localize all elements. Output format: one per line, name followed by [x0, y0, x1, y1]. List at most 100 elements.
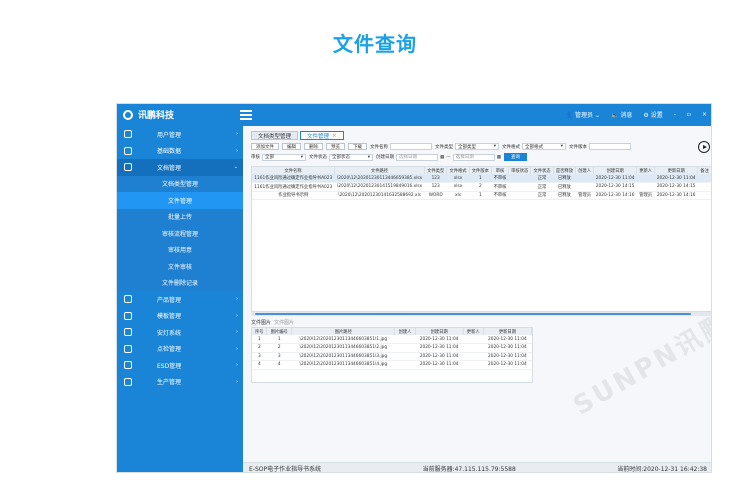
column-header[interactable]: 序号	[252, 328, 268, 335]
column-header[interactable]: 更新日期	[654, 167, 699, 174]
tab-doc-types[interactable]: 文档类型管理	[251, 131, 299, 140]
file-type-select[interactable]: 全部类型 ▾	[455, 143, 499, 150]
column-header[interactable]: 创建人	[575, 167, 595, 174]
sidebar-subitem-doc-types[interactable]: 文档类型管理	[117, 175, 243, 192]
messages-button[interactable]: 🔈 消息	[611, 110, 632, 119]
table-cell: 2	[266, 343, 292, 353]
sidebar-subitem-audit-purpose[interactable]: 审核用意	[117, 241, 243, 258]
column-header[interactable]: 审核	[491, 167, 510, 174]
admin-menu[interactable]: 👤 管理员 ⌄	[566, 110, 600, 119]
column-header[interactable]: 创建日期	[415, 328, 464, 335]
sidebar-subitem-audit-flow[interactable]: 审核流程管理	[117, 225, 243, 242]
close-button[interactable]: ×	[702, 111, 707, 118]
file-format-select[interactable]: 全部格式 ▾	[522, 143, 566, 150]
bell-icon	[124, 328, 132, 336]
sidebar-item-andon[interactable]: 安灯系统 ›	[117, 324, 243, 341]
close-icon[interactable]: ×	[332, 133, 337, 139]
column-header[interactable]: 图片编号	[266, 328, 293, 335]
table-cell: 2020-12-30 11:04	[483, 360, 532, 370]
column-header[interactable]: 文件类型	[424, 167, 448, 174]
topbar-actions: 👤 管理员 ⌄ 🔈 消息 ⚙ 设置 - ▫ ×	[566, 110, 707, 119]
sidebar-subitem-file-audit[interactable]: 文件审核	[117, 258, 243, 275]
sidebar-item-users[interactable]: 用户管理 ›	[117, 126, 243, 143]
maximize-button[interactable]: ▫	[687, 111, 691, 118]
table-cell: 不审核	[491, 191, 509, 200]
file-name-input[interactable]	[390, 143, 432, 150]
minimize-button[interactable]: -	[674, 111, 676, 118]
column-header[interactable]: 创建日期	[593, 167, 638, 174]
box-icon	[124, 295, 132, 303]
settings-button[interactable]: ⚙ 设置	[643, 110, 662, 119]
column-header[interactable]: 文件格式	[446, 167, 470, 174]
table-cell	[697, 182, 711, 192]
query-button[interactable]: 查询	[504, 153, 528, 161]
column-header[interactable]: 备注	[697, 167, 711, 174]
table-cell: 2020-12-30 11:04	[415, 352, 464, 361]
app-window: 讯鹏科技 👤 管理员 ⌄ 🔈 消息 ⚙ 设置 - ▫ × 用户管理 › 基础数据 ›…	[116, 103, 712, 473]
play-icon[interactable]	[698, 141, 710, 153]
delete-button[interactable]: 删除	[304, 143, 323, 150]
file-status-field: 文件状态 全部状态 ▾	[309, 153, 373, 161]
column-header[interactable]: 更新日期	[483, 328, 533, 335]
image-table: 序号 图片编号 图片路径 创建人 创建日期 更新人 更新日期 1 1 \2020\12\20201…	[251, 327, 533, 383]
toolbar-row-1: 添加文件 编辑 删除 预览 下载 文件名称 文件类型 全部类型 ▾ 文件格式 全部格式…	[251, 143, 631, 150]
sidebar-item-basic-data[interactable]: 基础数据 ›	[117, 143, 243, 160]
sidebar-item-products[interactable]: 产品管理 ›	[117, 291, 243, 308]
brand-icon	[123, 109, 133, 120]
sidebar-subitem-delete-log[interactable]: 文件删除记录	[117, 274, 243, 291]
file-status-select[interactable]: 全部状态 ▾	[329, 153, 373, 161]
table-cell: 2020-12-30 11:04	[593, 174, 637, 183]
column-header[interactable]: 创建人	[394, 328, 416, 335]
sidebar-item-inspection[interactable]: 点检管理 ›	[117, 341, 243, 358]
folder-icon	[124, 163, 132, 171]
download-button[interactable]: 下载	[348, 143, 367, 150]
calendar-icon[interactable]: ▦	[440, 155, 444, 160]
sidebar-item-documents[interactable]: 文档管理 ⌄	[117, 159, 243, 176]
template-icon	[124, 311, 132, 320]
sidebar-subitem-file-management[interactable]: 文件管理	[117, 192, 243, 209]
end-date-input[interactable]: 选择日期	[452, 153, 495, 161]
table-row[interactable]: 作业指导书示例 \2020\12\20201230141632588692.xls…	[252, 191, 711, 200]
table-row[interactable]: 1 1 \2020\12\20201230113446603851\1.jpg 202…	[252, 335, 532, 344]
table-row[interactable]: 1161作业风险通过确定作业指导书A023 \2020\12\2020123014…	[252, 182, 711, 192]
main-content: 文档类型管理 文件管理 × 添加文件 编辑 删除 预览 下载 文件名称 文件类型全…	[243, 126, 711, 472]
column-header[interactable]: 审核状态	[508, 167, 532, 174]
column-header[interactable]: 文件路径	[334, 167, 425, 174]
table-cell: 正常	[530, 174, 554, 183]
column-header[interactable]: 更新人	[463, 328, 484, 335]
table-cell: \2020\12\20201230141632588692.xls	[334, 191, 425, 200]
sidebar: 用户管理 › 基础数据 › 文档管理 ⌄ 文档类型管理 文件管理 批量上传 审核流程管…	[117, 126, 243, 472]
add-file-button[interactable]: 添加文件	[251, 143, 279, 150]
horizontal-scrollbar[interactable]	[251, 312, 711, 316]
table-row[interactable]: 4 4 \2020\12\20201230113446603851\4.jpg 202…	[252, 360, 532, 370]
column-header[interactable]: 文件状态	[530, 167, 554, 174]
sidebar-item-templates[interactable]: 模板管理 ›	[117, 308, 243, 325]
brand-logo: 讯鹏科技	[123, 108, 174, 121]
start-date-input[interactable]: 选择日期	[396, 153, 438, 161]
audit-select[interactable]: 全部 ▾	[262, 153, 306, 161]
table-row[interactable]: 1161作业风险通过确定作业指导书A023 \2020\12\2020123011…	[252, 174, 711, 183]
table-cell: 3	[266, 352, 292, 361]
sidebar-item-esd[interactable]: ESD管理 ›	[117, 357, 243, 374]
column-header[interactable]: 文件名称	[252, 167, 336, 174]
file-version-input[interactable]	[589, 143, 631, 150]
column-header[interactable]: 图片路径	[291, 328, 396, 335]
column-header[interactable]: 更新人	[636, 167, 656, 174]
sidebar-subitem-batch-upload[interactable]: 批量上传	[117, 208, 243, 225]
menu-toggle-icon[interactable]	[240, 108, 252, 121]
calendar-icon[interactable]: ▦	[497, 155, 501, 160]
table-row[interactable]: 3 3 \2020\12\20201230113446603851\3.jpg 202…	[252, 352, 532, 361]
sidebar-item-production[interactable]: 生产管理 ›	[117, 374, 243, 391]
table-row[interactable]: 2 2 \2020\12\20201230113446603851\2.jpg 202…	[252, 343, 532, 353]
brand-name: 讯鹏科技	[138, 111, 175, 121]
column-header[interactable]: 是否释放	[553, 167, 577, 174]
table-cell: \2020\12\20201230113446659385.xlsx	[334, 174, 425, 183]
column-header[interactable]: 文件版本	[469, 167, 493, 174]
table-cell: 2020-12-30 11:04	[415, 343, 464, 353]
table-cell: \2020\12\20201230113446603851\4.jpg	[291, 360, 395, 370]
table-cell	[463, 360, 484, 370]
preview-button[interactable]: 预览	[326, 143, 345, 150]
image-table-title: 文件图片 文件图片	[251, 320, 295, 326]
tab-file-management[interactable]: 文件管理 ×	[300, 131, 344, 140]
edit-button[interactable]: 编辑	[282, 143, 301, 150]
